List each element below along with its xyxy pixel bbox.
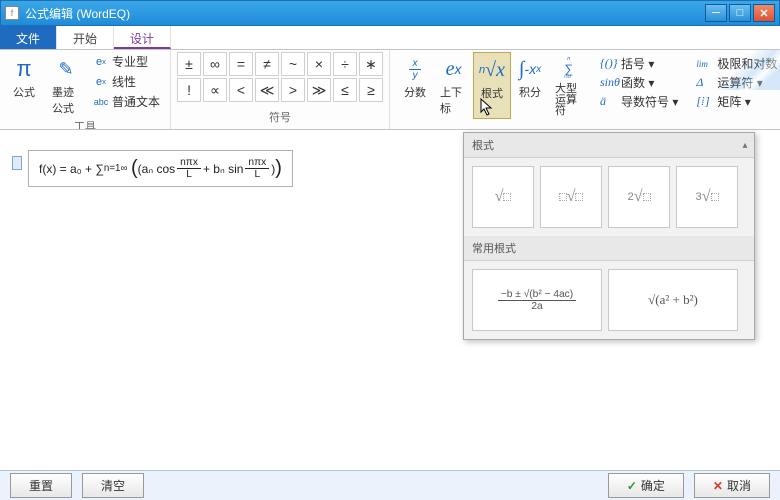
ribbon-tabs: 文件 开始 设计 bbox=[0, 26, 780, 50]
brackets-button[interactable]: {()}括号 ▾ bbox=[594, 54, 684, 73]
fraction-button[interactable]: xy分数 bbox=[396, 52, 434, 119]
tab-file[interactable]: 文件 bbox=[0, 26, 57, 49]
ink-formula-button[interactable]: ✎ 墨迹公式 bbox=[48, 52, 84, 118]
radical-quadratic[interactable]: −b ± √(b² − 4ac)2a bbox=[472, 269, 602, 331]
pro-icon: ex bbox=[94, 55, 108, 69]
symbol-cell[interactable]: ≠ bbox=[255, 52, 279, 76]
symbol-cell[interactable]: ≫ bbox=[307, 78, 331, 102]
largeop-button[interactable]: ∑ni=0大型 运算符 bbox=[549, 52, 588, 119]
radical-pythagorean[interactable]: √(a² + b²) bbox=[608, 269, 738, 331]
ok-button[interactable]: ✓确定 bbox=[608, 473, 684, 498]
operator-icon: Δ bbox=[696, 75, 714, 90]
integral-icon: ∫-xx bbox=[519, 54, 541, 84]
tab-start[interactable]: 开始 bbox=[57, 26, 114, 49]
symbol-cell[interactable]: ∗ bbox=[359, 52, 383, 76]
app-icon: f bbox=[5, 6, 19, 20]
function-icon: sinθ bbox=[600, 75, 618, 90]
window-title: 公式编辑 (WordEQ) bbox=[25, 5, 705, 22]
maximize-button[interactable]: □ bbox=[729, 4, 751, 22]
group-tools: π 公式 ✎ 墨迹公式 ex专业型 ex线性 abc普通文本 工具 bbox=[0, 50, 171, 129]
symbol-cell[interactable]: ÷ bbox=[333, 52, 357, 76]
text-icon: abc bbox=[94, 95, 108, 109]
dropdown-header-common: 常用根式 bbox=[464, 236, 754, 261]
reset-button[interactable]: 重置 bbox=[10, 473, 72, 498]
equation-box[interactable]: f(x) = a₀ + ∑n=1∞ ( (aₙ cos nπxL + bₙ si… bbox=[28, 150, 293, 187]
matrix-button[interactable]: [⁞]矩阵 ▾ bbox=[690, 92, 780, 111]
group-structures: xy分数 ex上下标 n√x根式 ∫-xx积分 ∑ni=0大型 运算符 {()}… bbox=[390, 50, 780, 129]
integral-button[interactable]: ∫-xx积分 bbox=[511, 52, 549, 119]
symbols-grid: ±∞=≠~×÷∗!∝<≪>≫≤≥ bbox=[177, 52, 383, 102]
professional-button[interactable]: ex专业型 bbox=[90, 52, 164, 71]
matrix-icon: [⁞] bbox=[696, 94, 714, 109]
plaintext-button[interactable]: abc普通文本 bbox=[90, 92, 164, 111]
cross-icon: ✕ bbox=[713, 479, 723, 493]
accent-icon: ä bbox=[600, 94, 618, 109]
radical-dropdown: ▴ 根式 √ √ 2√ 3√ 常用根式 −b ± √(b² − 4ac)2a √… bbox=[463, 132, 755, 340]
formula-button[interactable]: π 公式 bbox=[6, 52, 42, 102]
linear-icon: ex bbox=[94, 75, 108, 89]
ink-icon: ✎ bbox=[58, 54, 73, 84]
symbol-cell[interactable]: < bbox=[229, 78, 253, 102]
radical-icon: n√x bbox=[479, 55, 505, 85]
symbol-cell[interactable]: ! bbox=[177, 78, 201, 102]
symbol-cell[interactable]: ≥ bbox=[359, 78, 383, 102]
function-button[interactable]: sinθ函数 ▾ bbox=[594, 73, 684, 92]
symbol-cell[interactable]: ~ bbox=[281, 52, 305, 76]
limit-button[interactable]: lim极限和对数 ▾ bbox=[690, 54, 780, 73]
dropdown-header-radicals: 根式 bbox=[464, 133, 754, 158]
editor-canvas[interactable]: f(x) = a₀ + ∑n=1∞ ( (aₙ cos nπxL + bₙ si… bbox=[0, 130, 780, 470]
ribbon: π 公式 ✎ 墨迹公式 ex专业型 ex线性 abc普通文本 工具 ±∞=≠~×… bbox=[0, 50, 780, 130]
cancel-button[interactable]: ✕取消 bbox=[694, 473, 770, 498]
close-button[interactable]: ✕ bbox=[753, 4, 775, 22]
pi-icon: π bbox=[16, 54, 31, 84]
title-bar: f 公式编辑 (WordEQ) ─ □ ✕ bbox=[0, 0, 780, 26]
group-label-tools: 工具 bbox=[74, 118, 96, 130]
script-button[interactable]: ex上下标 bbox=[434, 52, 473, 119]
fraction-icon: xy bbox=[407, 54, 422, 84]
symbol-cell[interactable]: ≪ bbox=[255, 78, 279, 102]
radical-template-nthroot[interactable]: √ bbox=[540, 166, 602, 228]
minimize-button[interactable]: ─ bbox=[705, 4, 727, 22]
radical-template-sqrt[interactable]: √ bbox=[472, 166, 534, 228]
group-symbols: ±∞=≠~×÷∗!∝<≪>≫≤≥ 符号 bbox=[171, 50, 390, 129]
group-label-symbols: 符号 bbox=[269, 109, 291, 127]
symbol-cell[interactable]: = bbox=[229, 52, 253, 76]
symbol-cell[interactable]: ≤ bbox=[333, 78, 357, 102]
symbol-cell[interactable]: ± bbox=[177, 52, 201, 76]
footer-bar: 重置 清空 ✓确定 ✕取消 bbox=[0, 470, 780, 500]
radical-button[interactable]: n√x根式 bbox=[473, 52, 511, 119]
symbol-cell[interactable]: ∝ bbox=[203, 78, 227, 102]
symbol-cell[interactable]: > bbox=[281, 78, 305, 102]
symbol-cell[interactable]: × bbox=[307, 52, 331, 76]
scroll-up-icon[interactable]: ▴ bbox=[738, 137, 752, 153]
clear-button[interactable]: 清空 bbox=[82, 473, 144, 498]
brackets-icon: {()} bbox=[600, 56, 618, 71]
radical-template-cuberoot3[interactable]: 3√ bbox=[676, 166, 738, 228]
operator-button[interactable]: Δ运算符 ▾ bbox=[690, 73, 780, 92]
accent-button[interactable]: ä导数符号 ▾ bbox=[594, 92, 684, 111]
linear-button[interactable]: ex线性 bbox=[90, 72, 164, 91]
tab-design[interactable]: 设计 bbox=[114, 26, 171, 49]
sigma-icon: ∑ni=0 bbox=[564, 54, 573, 84]
radical-template-cuberoot[interactable]: 2√ bbox=[608, 166, 670, 228]
equation-handle[interactable] bbox=[12, 156, 22, 170]
symbol-cell[interactable]: ∞ bbox=[203, 52, 227, 76]
script-icon: ex bbox=[446, 54, 462, 84]
limit-icon: lim bbox=[696, 59, 714, 69]
check-icon: ✓ bbox=[627, 479, 637, 493]
